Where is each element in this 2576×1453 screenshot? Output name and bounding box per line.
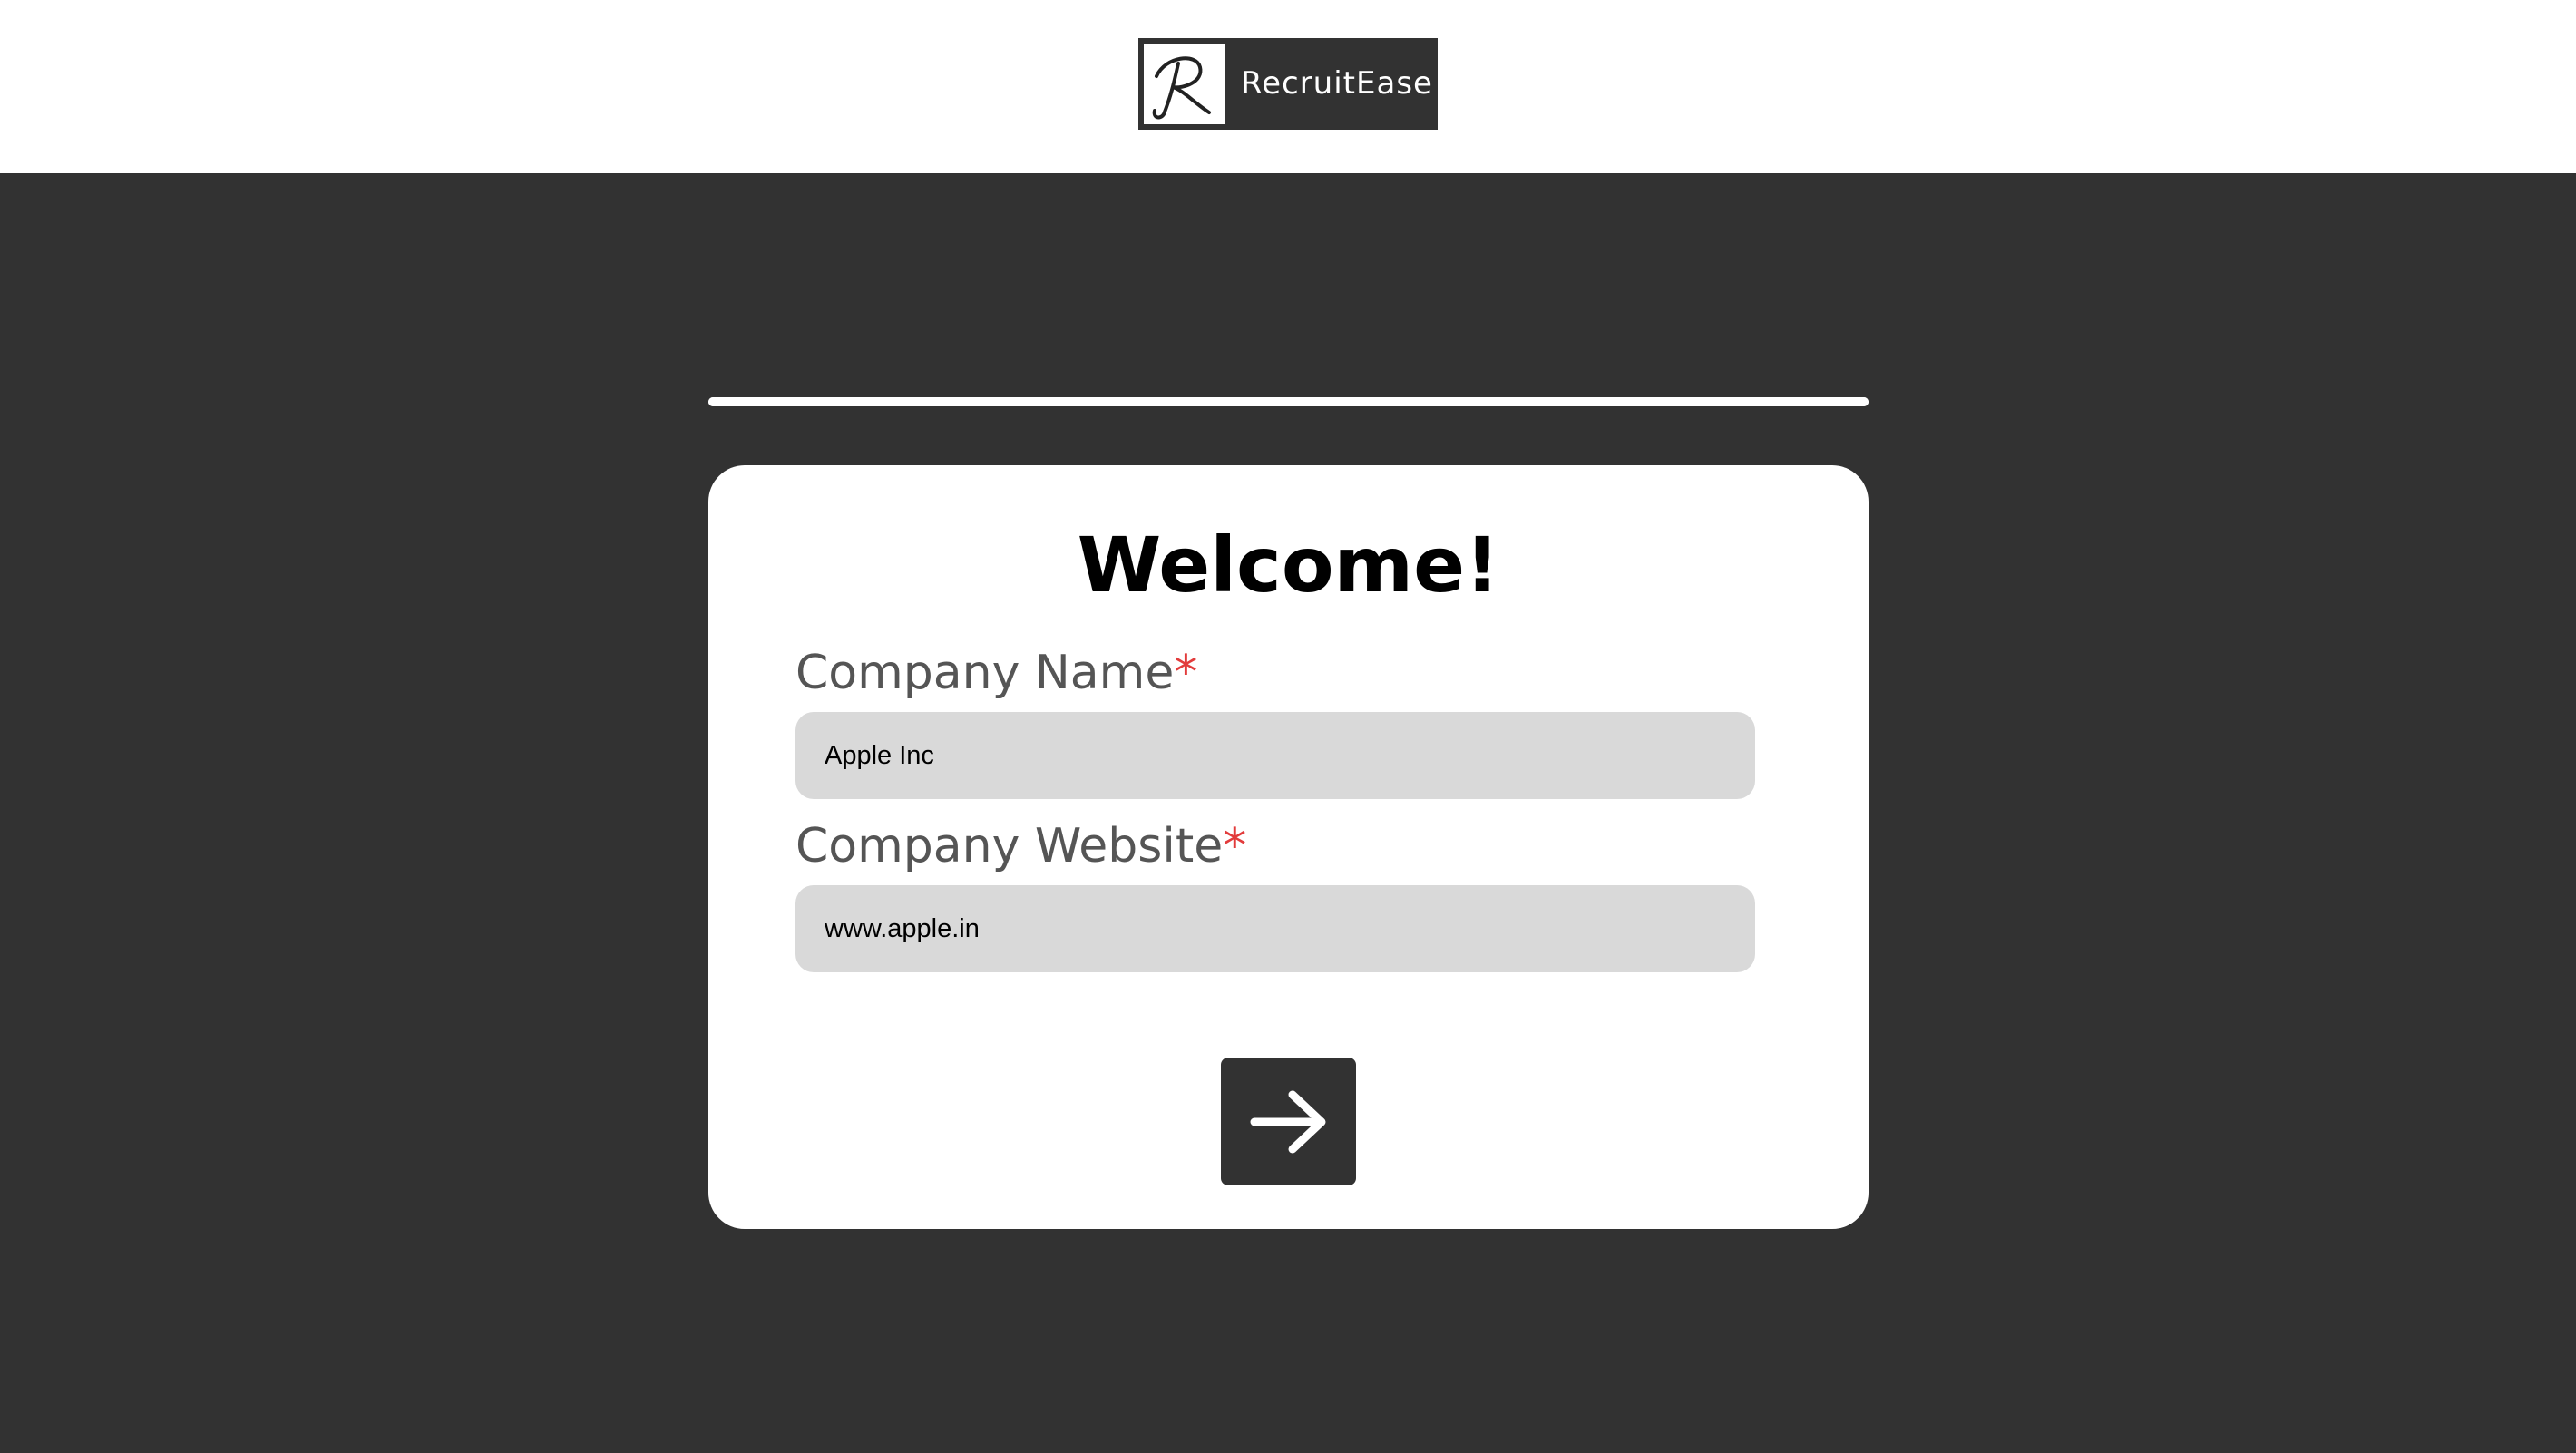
arrow-right-icon [1249,1082,1329,1162]
company-website-input[interactable] [795,885,1755,972]
progress-bar [708,397,1869,406]
company-name-label-text: Company Name [795,646,1175,700]
progress-bar-fill [708,397,1869,406]
required-marker: * [1174,646,1198,700]
company-website-label: Company Website* [795,816,1246,876]
brand-logo[interactable]: RecruitEase [1138,38,1438,130]
page-title: Welcome! [1077,521,1500,609]
next-button[interactable] [1221,1058,1356,1185]
brand-name: RecruitEase [1241,65,1433,102]
welcome-card: Welcome! Company Name* Company Website* [708,465,1869,1229]
company-name-input[interactable] [795,712,1755,799]
top-header: RecruitEase [0,0,2576,173]
company-name-label: Company Name* [795,643,1197,703]
company-website-label-text: Company Website [795,819,1224,873]
script-r-logo-icon [1144,44,1225,124]
required-marker: * [1223,819,1247,873]
